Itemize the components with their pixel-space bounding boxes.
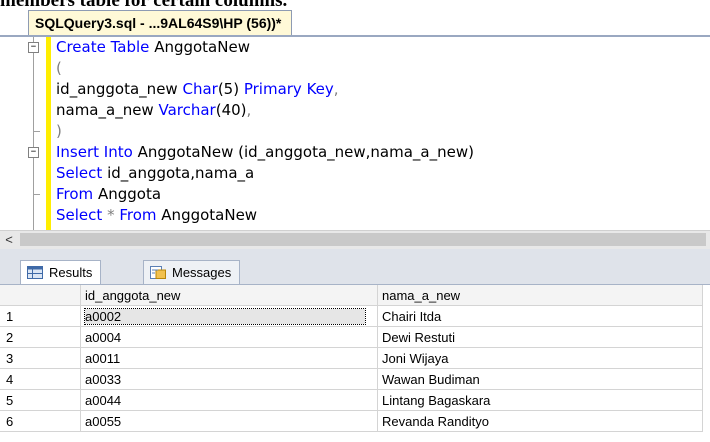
table-cell-nama[interactable]: Revanda Randityo: [377, 410, 703, 432]
collapse-icon[interactable]: −: [28, 147, 39, 158]
tab-messages[interactable]: Messages: [143, 260, 241, 284]
table-row[interactable]: 1 a0002 Chairi Itda: [0, 305, 703, 327]
column-header-id[interactable]: id_anggota_new: [80, 285, 378, 306]
table-cell-nama[interactable]: Lintang Bagaskara: [377, 389, 703, 411]
change-marker: [46, 37, 51, 230]
scroll-thumb[interactable]: [20, 233, 706, 246]
row-number[interactable]: 4: [0, 368, 81, 390]
collapse-icon[interactable]: −: [28, 42, 39, 53]
outline-guide: [33, 37, 34, 230]
column-header-nama[interactable]: nama_a_new: [377, 285, 703, 306]
row-number[interactable]: 6: [0, 410, 81, 432]
horizontal-scrollbar[interactable]: <: [0, 230, 710, 249]
code-line-8: From Anggota: [56, 185, 162, 203]
table-row[interactable]: 4 a0033 Wawan Budiman: [0, 368, 703, 390]
table-cell-id[interactable]: a0011: [80, 347, 378, 369]
result-tabs: Results Messages: [0, 257, 710, 285]
row-number[interactable]: 1: [0, 305, 81, 327]
code-line-1: Create Table AnggotaNew: [56, 38, 250, 56]
table-row[interactable]: 3 a0011 Joni Wijaya: [0, 347, 703, 369]
code-line-2: (: [56, 59, 62, 77]
code-line-5: ): [56, 122, 62, 140]
code-line-4: nama_a_new Varchar(40),: [56, 101, 252, 119]
table-cell-id[interactable]: a0044: [80, 389, 378, 411]
tab-title: SQLQuery3.sql - ...9AL64S9\HP (56))*: [35, 15, 282, 31]
messages-icon: [150, 266, 166, 279]
scroll-left-arrow-icon[interactable]: <: [2, 231, 16, 249]
code-line-9: Select * From AnggotaNew: [56, 206, 258, 224]
table-cell-nama[interactable]: Dewi Restuti: [377, 326, 703, 348]
row-number[interactable]: 2: [0, 326, 81, 348]
table-cell-id[interactable]: a0033: [80, 368, 378, 390]
table-row[interactable]: 6 a0055 Revanda Randityo: [0, 410, 703, 432]
table-cell-id[interactable]: a0002: [80, 305, 378, 327]
code-line-6: Insert Into AnggotaNew (id_anggota_new,n…: [56, 143, 474, 161]
editor-tabstrip: SQLQuery3.sql - ...9AL64S9\HP (56))*: [0, 10, 710, 36]
tab-sqlquery3[interactable]: SQLQuery3.sql - ...9AL64S9\HP (56))*: [28, 10, 293, 35]
table-cell-nama[interactable]: Wawan Budiman: [377, 368, 703, 390]
tab-messages-label: Messages: [172, 265, 232, 280]
table-cell-id[interactable]: a0055: [80, 410, 378, 432]
table-cell-nama[interactable]: Chairi Itda: [377, 305, 703, 327]
row-number-header: [0, 285, 81, 306]
table-row[interactable]: 5 a0044 Lintang Bagaskara: [0, 389, 703, 411]
outline-end-tick: [33, 131, 40, 132]
outline-end-tick: [33, 194, 40, 195]
sql-editor[interactable]: − − Create Table AnggotaNew ( id_anggota…: [0, 37, 710, 230]
table-row[interactable]: 2 a0004 Dewi Restuti: [0, 326, 703, 348]
pane-splitter[interactable]: [0, 249, 710, 257]
grid-header-row: id_anggota_new nama_a_new: [0, 285, 703, 306]
row-number[interactable]: 3: [0, 347, 81, 369]
tab-results-label: Results: [49, 265, 93, 280]
grid-icon: [27, 266, 43, 279]
row-number[interactable]: 5: [0, 389, 81, 411]
results-grid[interactable]: id_anggota_new nama_a_new 1 a0002 Chairi…: [0, 285, 710, 442]
code-line-3: id_anggota_new Char(5) Primary Key,: [56, 80, 339, 98]
table-cell-nama[interactable]: Joni Wijaya: [377, 347, 703, 369]
table-cell-id[interactable]: a0004: [80, 326, 378, 348]
tab-results[interactable]: Results: [20, 260, 102, 284]
code-line-7: Select id_anggota,nama_a: [56, 164, 255, 182]
